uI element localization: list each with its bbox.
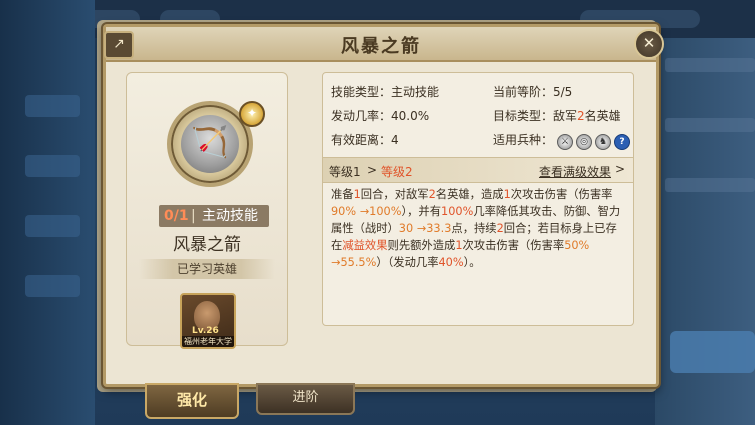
close-button[interactable]: ✕	[634, 29, 664, 59]
trigger-rate-attr: 发动几率：40.0%	[331, 109, 430, 123]
target-suffix: 名英雄	[584, 109, 621, 123]
level-from: 等级1	[329, 165, 361, 179]
range-attr: 有效距离：4	[331, 133, 399, 147]
tab-advance[interactable]: 进阶	[256, 383, 355, 415]
hero-level-badge: Lv.26	[192, 326, 219, 336]
skill-name: 风暴之箭	[173, 235, 241, 255]
level-arrow: >	[367, 163, 378, 177]
hero-portrait[interactable]: Lv.26 福州老年大学	[180, 293, 236, 349]
tag-divider: |	[191, 208, 196, 224]
skill-count: 0/1	[164, 208, 189, 224]
skill-type-attr: 技能类型：主动技能	[331, 85, 440, 99]
troop-icons: ⚔ ◎ ♞?	[557, 131, 633, 150]
title-bar: 风暴之箭	[106, 27, 656, 62]
troop-type-label: 适用兵种：	[493, 133, 554, 147]
skill-info-panel: 技能类型：主动技能 当前等阶：5/5 发动几率：40.0% 目标类型：敌军2名英…	[322, 72, 634, 326]
level-to: 等级2	[381, 165, 413, 179]
share-button[interactable]: ↗	[104, 31, 134, 59]
level-bar: 等级1 > 等级2 查看满级效果 >	[323, 157, 633, 183]
tab-strengthen[interactable]: 强化	[145, 383, 239, 419]
view-max-effect-link[interactable]: 查看满级效果	[539, 163, 611, 180]
target-number: 2	[577, 109, 585, 123]
hero-name: 福州老年大学	[182, 336, 234, 347]
skill-detail-dialog: 风暴之箭 ↗ ✕ 🏹 ✦ 0/1 | 主动技能 风暴之箭 已学习英雄 Lv.26…	[103, 24, 664, 387]
background-block	[25, 155, 80, 177]
background-right-panel	[655, 38, 755, 425]
sword-icon: ⚔	[557, 133, 573, 150]
background-row	[665, 118, 755, 132]
archer-statue-icon: 🏹	[181, 115, 239, 173]
rank-attr: 当前等阶：5/5	[493, 85, 573, 99]
background-row	[665, 58, 755, 72]
shield-icon: ◎	[576, 133, 592, 150]
background-row	[665, 178, 755, 192]
close-icon: ✕	[642, 34, 656, 52]
dialog-title: 风暴之箭	[341, 36, 421, 57]
skill-type-label: 主动技能	[202, 208, 258, 224]
help-icon[interactable]: ?	[614, 133, 630, 150]
background-block	[25, 215, 80, 237]
chevron-right-icon: >	[614, 162, 625, 176]
star-badge-icon: ✦	[239, 101, 265, 127]
background-block	[25, 275, 80, 297]
skill-type-tag: 0/1 | 主动技能	[159, 205, 269, 227]
target-prefix: 目标类型：敌军	[493, 109, 578, 123]
target-type-attr: 目标类型：敌军2名英雄	[493, 107, 621, 124]
share-icon: ↗	[113, 36, 125, 52]
background-button	[670, 331, 755, 373]
horse-icon: ♞	[595, 133, 611, 150]
background-left-panel	[0, 0, 95, 425]
skill-card: 🏹 ✦ 0/1 | 主动技能 风暴之箭 已学习英雄 Lv.26 福州老年大学	[126, 72, 288, 349]
learned-heroes-label: 已学习英雄	[139, 259, 275, 279]
background-block	[25, 95, 80, 117]
skill-description: 准备1回合，对敌军2名英雄，造成1次攻击伤害（伤害率90% →100%），并有1…	[331, 188, 621, 269]
